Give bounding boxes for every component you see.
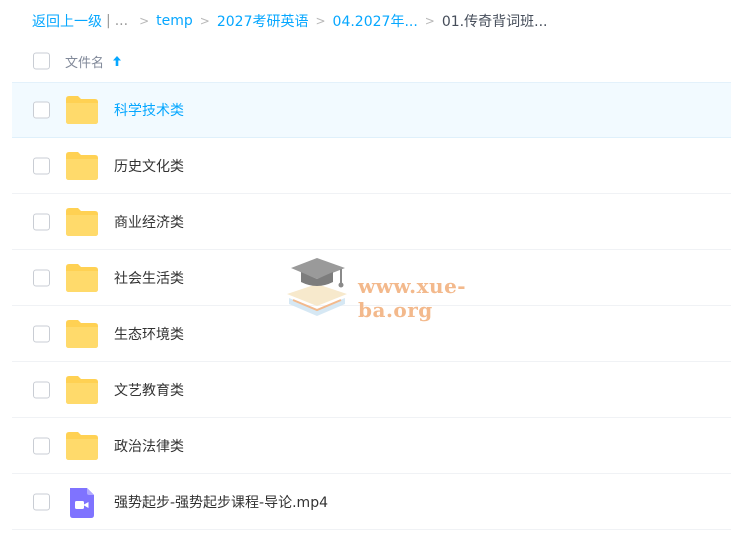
file-name[interactable]: 社会生活类 (114, 268, 184, 288)
sort-up-arrow-icon (113, 56, 122, 66)
chevron-right-icon: > (199, 14, 210, 28)
file-name[interactable]: 商业经济类 (114, 212, 184, 232)
breadcrumb: 返回上一级 | ... > temp > 2027考研英语 > 04.2027年… (32, 9, 547, 33)
column-header-name[interactable]: 文件名 (65, 52, 122, 71)
breadcrumb-item-temp[interactable]: temp (156, 13, 193, 29)
file-name[interactable]: 强势起步-强势起步课程-导论.mp4 (114, 492, 328, 512)
file-row[interactable]: 商业经济类 (12, 194, 731, 250)
folder-icon (65, 151, 99, 181)
row-checkbox[interactable] (33, 101, 50, 119)
file-list: 科学技术类 历史文化类 商业经济类 社会生活类 生态环境类 文艺教育类 政治法律… (12, 82, 731, 530)
folder-icon (65, 319, 99, 349)
back-link[interactable]: 返回上一级 (32, 11, 102, 31)
breadcrumb-divider: | (106, 13, 111, 29)
chevron-right-icon: > (315, 14, 326, 28)
file-name[interactable]: 政治法律类 (114, 436, 184, 456)
file-row[interactable]: 历史文化类 (12, 138, 731, 194)
folder-icon (65, 263, 99, 293)
file-row[interactable]: 文艺教育类 (12, 362, 731, 418)
folder-icon (65, 95, 99, 125)
file-row[interactable]: 科学技术类 (12, 82, 731, 138)
row-checkbox[interactable] (33, 493, 50, 510)
breadcrumb-current: 01.传奇背词班... (441, 14, 548, 30)
row-checkbox[interactable] (33, 269, 50, 286)
breadcrumb-item-english[interactable]: 2027考研英语 (217, 11, 309, 31)
folder-icon (65, 207, 99, 237)
folder-icon (65, 431, 99, 461)
chevron-right-icon: > (424, 14, 435, 28)
file-row[interactable]: 政治法律类 (12, 418, 731, 474)
file-name[interactable]: 生态环境类 (114, 324, 184, 344)
select-all-checkbox[interactable] (33, 52, 50, 70)
row-checkbox[interactable] (33, 325, 50, 342)
file-list-header: 文件名 (12, 40, 731, 82)
file-row[interactable]: 生态环境类 (12, 306, 731, 362)
row-checkbox[interactable] (33, 437, 50, 454)
video-file-icon (65, 487, 99, 518)
file-row[interactable]: 社会生活类 (12, 250, 731, 306)
row-checkbox[interactable] (33, 381, 50, 398)
row-checkbox[interactable] (33, 157, 50, 174)
chevron-right-icon: > (139, 14, 150, 28)
file-name[interactable]: 历史文化类 (114, 156, 184, 176)
row-checkbox[interactable] (33, 213, 50, 230)
file-name[interactable]: 科学技术类 (114, 100, 184, 120)
file-name[interactable]: 文艺教育类 (114, 380, 184, 400)
column-header-label: 文件名 (65, 55, 105, 71)
breadcrumb-item-04[interactable]: 04.2027年... (333, 11, 418, 31)
folder-icon (65, 375, 99, 405)
breadcrumb-ellipsis[interactable]: ... (115, 13, 128, 29)
file-row[interactable]: 强势起步-强势起步课程-导论.mp4 (12, 474, 731, 530)
